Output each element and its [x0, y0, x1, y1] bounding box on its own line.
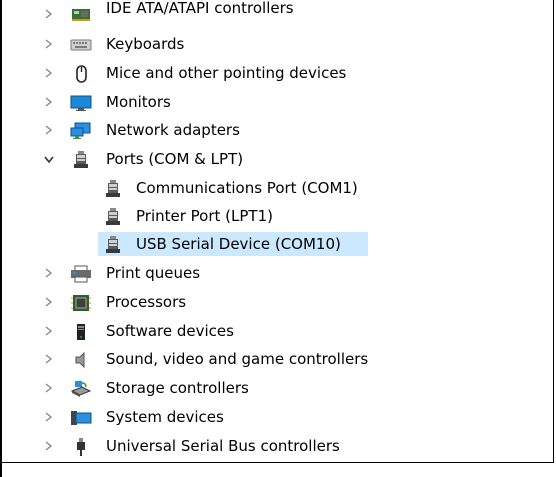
tree-item-label: Universal Serial Bus controllers: [106, 437, 340, 455]
tree-item-lpt1[interactable]: Printer Port (LPT1): [2, 202, 552, 230]
chevron-right-icon[interactable]: [42, 66, 56, 80]
tree-item-label: USB Serial Device (COM10): [136, 235, 341, 253]
printer-icon: [71, 265, 91, 283]
chevron-right-icon[interactable]: [42, 95, 56, 109]
chevron-right-icon[interactable]: [42, 123, 56, 137]
tree-item-label: Monitors: [106, 93, 171, 111]
tree-item-label: Ports (COM & LPT): [106, 150, 244, 168]
tree-item-ide-controllers[interactable]: IDE ATA/ATAPI controllers: [2, 0, 552, 28]
usb-icon: [77, 438, 85, 456]
tree-item-label: Processors: [106, 293, 187, 311]
port-icon: [106, 180, 120, 197]
tree-item-print-queues[interactable]: Print queues: [2, 259, 552, 287]
software-device-icon: [77, 324, 85, 340]
tree-item-label: Sound, video and game controllers: [106, 350, 369, 368]
chevron-right-icon[interactable]: [42, 7, 56, 21]
tree-item-sound-video-game[interactable]: Sound, video and game controllers: [2, 345, 552, 373]
tree-item-label: Software devices: [106, 322, 234, 340]
window-right-border: [553, 0, 554, 463]
tree-item-label: Print queues: [106, 264, 201, 282]
port-icon: [106, 208, 120, 225]
tree-item-label: Network adapters: [106, 121, 240, 139]
chevron-right-icon[interactable]: [42, 439, 56, 453]
tree-item-keyboards[interactable]: Keyboards: [2, 30, 552, 58]
chevron-right-icon[interactable]: [42, 324, 56, 338]
tree-item-label: Mice and other pointing devices: [106, 64, 347, 82]
tree-item-label: Printer Port (LPT1): [136, 207, 273, 225]
tree-item-software-devices[interactable]: Software devices: [2, 317, 552, 345]
monitor-icon: [70, 95, 92, 111]
tree-item-usb-controllers[interactable]: Universal Serial Bus controllers: [2, 432, 552, 460]
port-icon: [74, 151, 88, 168]
tree-item-ports[interactable]: Ports (COM & LPT): [2, 145, 552, 173]
tree-item-label: Communications Port (COM1): [136, 179, 358, 197]
ide-controller-icon: [72, 9, 90, 21]
speaker-icon: [75, 351, 85, 369]
system-devices-icon: [71, 411, 92, 425]
tree-item-label: Keyboards: [106, 35, 185, 53]
port-icon: [106, 236, 120, 253]
processor-icon: [71, 295, 91, 311]
tree-item-system-devices[interactable]: System devices: [2, 403, 552, 431]
keyboard-icon: [70, 39, 92, 51]
chevron-right-icon[interactable]: [42, 266, 56, 280]
chevron-down-icon[interactable]: [42, 152, 56, 166]
tree-item-label: Storage controllers: [106, 379, 249, 397]
tree-item-com1[interactable]: Communications Port (COM1): [2, 174, 552, 202]
chevron-right-icon[interactable]: [42, 410, 56, 424]
network-adapter-icon: [70, 122, 91, 139]
tree-item-label: IDE ATA/ATAPI controllers: [106, 0, 294, 17]
tree-item-processors[interactable]: Processors: [2, 288, 552, 316]
storage-controller-icon: [70, 381, 92, 397]
tree-item-mice[interactable]: Mice and other pointing devices: [2, 59, 552, 87]
chevron-right-icon[interactable]: [42, 381, 56, 395]
tree-item-storage-controllers[interactable]: Storage controllers: [2, 374, 552, 402]
chevron-right-icon[interactable]: [42, 295, 56, 309]
mouse-icon: [76, 65, 87, 83]
chevron-right-icon[interactable]: [42, 352, 56, 366]
tree-item-usb-serial-com10[interactable]: USB Serial Device (COM10): [2, 230, 552, 258]
window-bottom-border: [0, 462, 554, 463]
tree-item-network-adapters[interactable]: Network adapters: [2, 116, 552, 144]
tree-item-label: System devices: [106, 408, 224, 426]
tree-item-monitors[interactable]: Monitors: [2, 88, 552, 116]
chevron-right-icon[interactable]: [42, 37, 56, 51]
